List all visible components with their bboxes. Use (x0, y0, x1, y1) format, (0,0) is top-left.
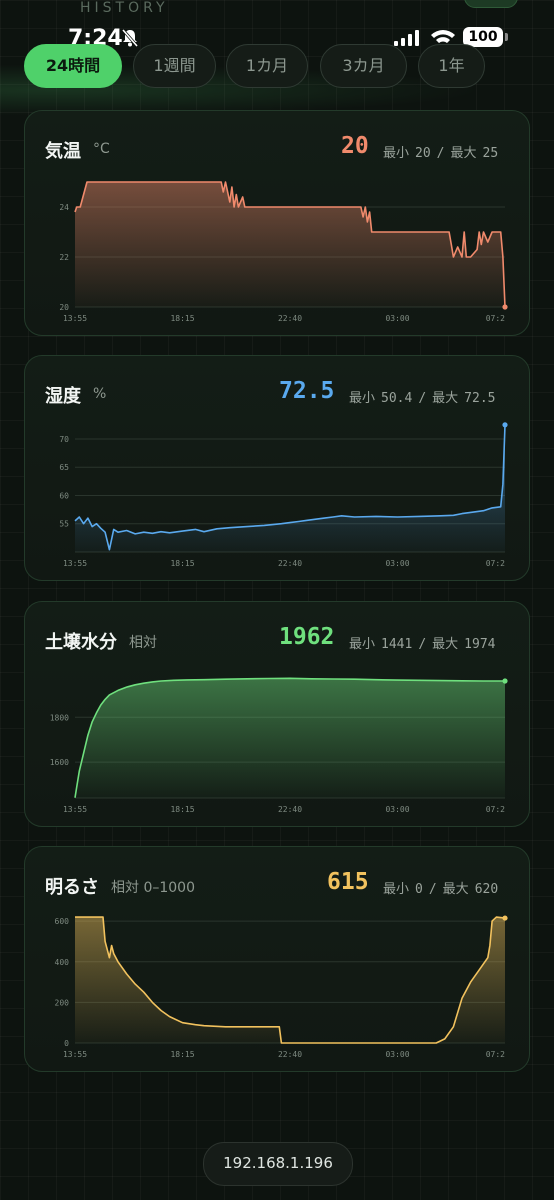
y-tick-label: 24 (59, 203, 69, 212)
x-tick-label: 22:40 (278, 559, 302, 568)
y-tick-label: 20 (59, 303, 69, 312)
y-tick-label: 22 (59, 253, 69, 262)
x-tick-label: 13:55 (63, 559, 87, 568)
x-tick-label: 03:00 (385, 1050, 409, 1059)
brightness-card: 明るさ 相対 0–1000 615 最小 0/最大 620 600 400 200 0 13… (24, 846, 530, 1072)
humidity-chart: 70 65 60 55 13:55 18:15 22:40 03:00 07:2 (59, 422, 508, 568)
tab-3months[interactable]: 3カ月 (320, 44, 407, 88)
soil-moisture-chart: 1800 1600 13:55 18:15 22:40 03:00 07:2 (50, 677, 508, 814)
end-point (502, 304, 508, 310)
x-tick-label: 18:15 (170, 1050, 194, 1059)
y-tick-label: 600 (55, 917, 70, 926)
temperature-card: 気温 °C 20 最小 20/最大 25 24 22 20 13:55 18:15 22:40… (24, 110, 530, 336)
end-point (502, 915, 508, 921)
x-tick-label: 03:00 (385, 559, 409, 568)
brightness-chart: 600 400 200 0 13:55 18:15 22:40 03:00 07:2 (55, 915, 508, 1059)
x-tick-label: 07:2 (486, 805, 505, 814)
y-tick-label: 200 (55, 998, 70, 1007)
humidity-card: 湿度 % 72.5 最小 50.4/最大 72.5 70 65 60 55 13:55 18:… (24, 355, 530, 581)
top-pill (464, 0, 518, 8)
end-point (502, 678, 508, 684)
x-tick-label: 13:55 (63, 805, 87, 814)
x-tick-label: 13:55 (63, 314, 87, 323)
area-fill (75, 917, 505, 1043)
device-ip-button[interactable]: 192.168.1.196 (203, 1142, 353, 1186)
x-tick-label: 22:40 (278, 1050, 302, 1059)
x-tick-label: 07:2 (486, 1050, 505, 1059)
x-tick-label: 13:55 (63, 1050, 87, 1059)
end-point (502, 422, 508, 428)
battery-cap (505, 33, 508, 41)
area-fill (75, 182, 505, 307)
y-tick-label: 60 (59, 491, 69, 500)
y-tick-label: 65 (59, 463, 69, 472)
temperature-chart: 24 22 20 13:55 18:15 22:40 03:00 07:2 (59, 181, 508, 323)
soil-moisture-card: 土壌水分 相対 1962 最小 1441/最大 1974 1800 1600 13:55… (24, 601, 530, 827)
y-tick-label: 0 (64, 1039, 69, 1048)
x-tick-label: 22:40 (278, 314, 302, 323)
x-tick-label: 18:15 (170, 805, 194, 814)
tab-1year[interactable]: 1年 (418, 44, 485, 88)
x-tick-label: 03:00 (385, 805, 409, 814)
y-tick-label: 70 (59, 435, 69, 444)
x-tick-label: 03:00 (385, 314, 409, 323)
bell-slash-icon (121, 29, 139, 47)
y-tick-label: 55 (59, 520, 69, 529)
y-tick-label: 1600 (50, 758, 69, 767)
y-tick-label: 400 (55, 958, 70, 967)
signal-icon (394, 30, 419, 46)
y-tick-label: 1800 (50, 713, 69, 722)
x-tick-label: 18:15 (170, 559, 194, 568)
history-label: HISTORY (80, 0, 169, 16)
x-tick-label: 07:2 (486, 559, 505, 568)
x-tick-label: 22:40 (278, 805, 302, 814)
x-tick-label: 07:2 (486, 314, 505, 323)
tab-24h[interactable]: 24時間 (24, 44, 122, 88)
x-tick-label: 18:15 (170, 314, 194, 323)
tab-1month[interactable]: 1カ月 (226, 44, 308, 88)
tab-1week[interactable]: 1週間 (133, 44, 216, 88)
area-fill (75, 678, 505, 798)
